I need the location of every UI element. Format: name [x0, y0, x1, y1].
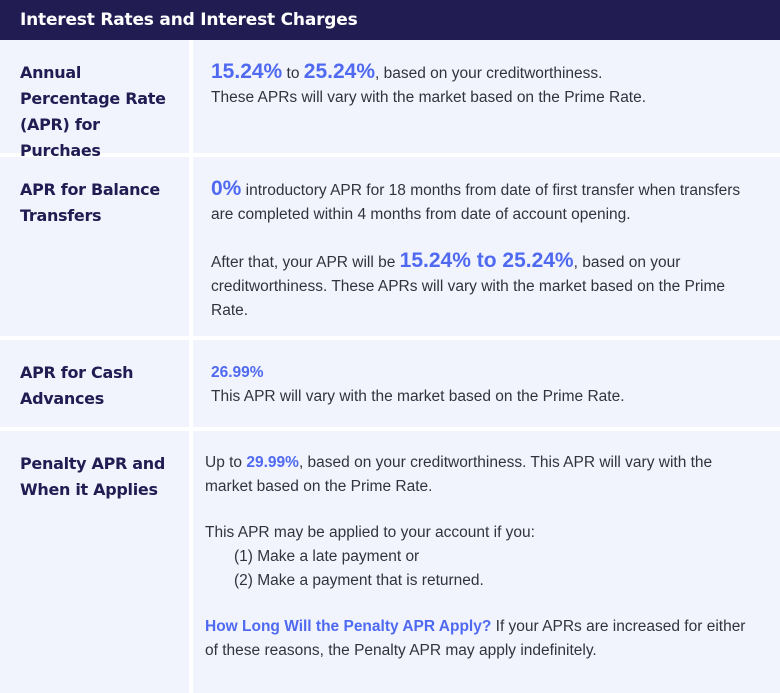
variable-rate-note: This APR will vary with the market based… [211, 388, 625, 405]
penalty-duration-heading: How Long Will the Penalty APR Apply? [205, 618, 492, 635]
cash-advance-rate: 26.99% [211, 364, 264, 381]
rate-low: 15.24% [211, 60, 283, 83]
penalty-prefix: Up to [205, 454, 247, 471]
row-cash-advance-apr: APR for Cash Advances 26.99% This APR wi… [0, 340, 780, 427]
penalty-condition-item: (1) Make a late payment or [234, 548, 420, 565]
row-content: 15.24% to 25.24%, based on your creditwo… [193, 40, 780, 153]
variable-rate-note: These APRs will vary with the market bas… [211, 89, 647, 106]
line1-suffix: , based on your creditworthiness. [375, 65, 603, 82]
to-text: to [282, 65, 304, 82]
row-label: APR for Balance Transfers [0, 157, 189, 336]
row-content: Up to 29.99%, based on your creditworthi… [193, 431, 780, 693]
penalty-condition-item: (2) Make a payment that is returned. [234, 572, 484, 589]
penalty-rate: 29.99% [246, 454, 299, 471]
row-label: Annual Percentage Rate (APR) for Purchae… [0, 40, 189, 160]
section-header: Interest Rates and Interest Charges [0, 0, 780, 40]
after-prefix: After that, your APR will be [211, 254, 400, 271]
intro-rate: 0% [211, 177, 242, 200]
after-rate: 15.24% to 25.24% [399, 249, 574, 272]
section-title: Interest Rates and Interest Charges [20, 10, 358, 30]
row-label: APR for Cash Advances [0, 340, 189, 427]
row-penalty-apr: Penalty APR and When it Applies Up to 29… [0, 431, 780, 693]
row-label: Penalty APR and When it Applies [0, 431, 189, 693]
row-content: 26.99% This APR will vary with the marke… [193, 340, 780, 427]
rates-table: Annual Percentage Rate (APR) for Purchae… [0, 40, 780, 693]
row-content: 0% introductory APR for 18 months from d… [193, 157, 780, 336]
intro-text: introductory APR for 18 months from date… [211, 182, 741, 223]
row-balance-transfer-apr: APR for Balance Transfers 0% introductor… [0, 157, 780, 336]
rate-high: 25.24% [303, 60, 376, 83]
penalty-conditions-intro: This APR may be applied to your account … [205, 524, 535, 541]
row-purchase-apr: Annual Percentage Rate (APR) for Purchae… [0, 40, 780, 160]
